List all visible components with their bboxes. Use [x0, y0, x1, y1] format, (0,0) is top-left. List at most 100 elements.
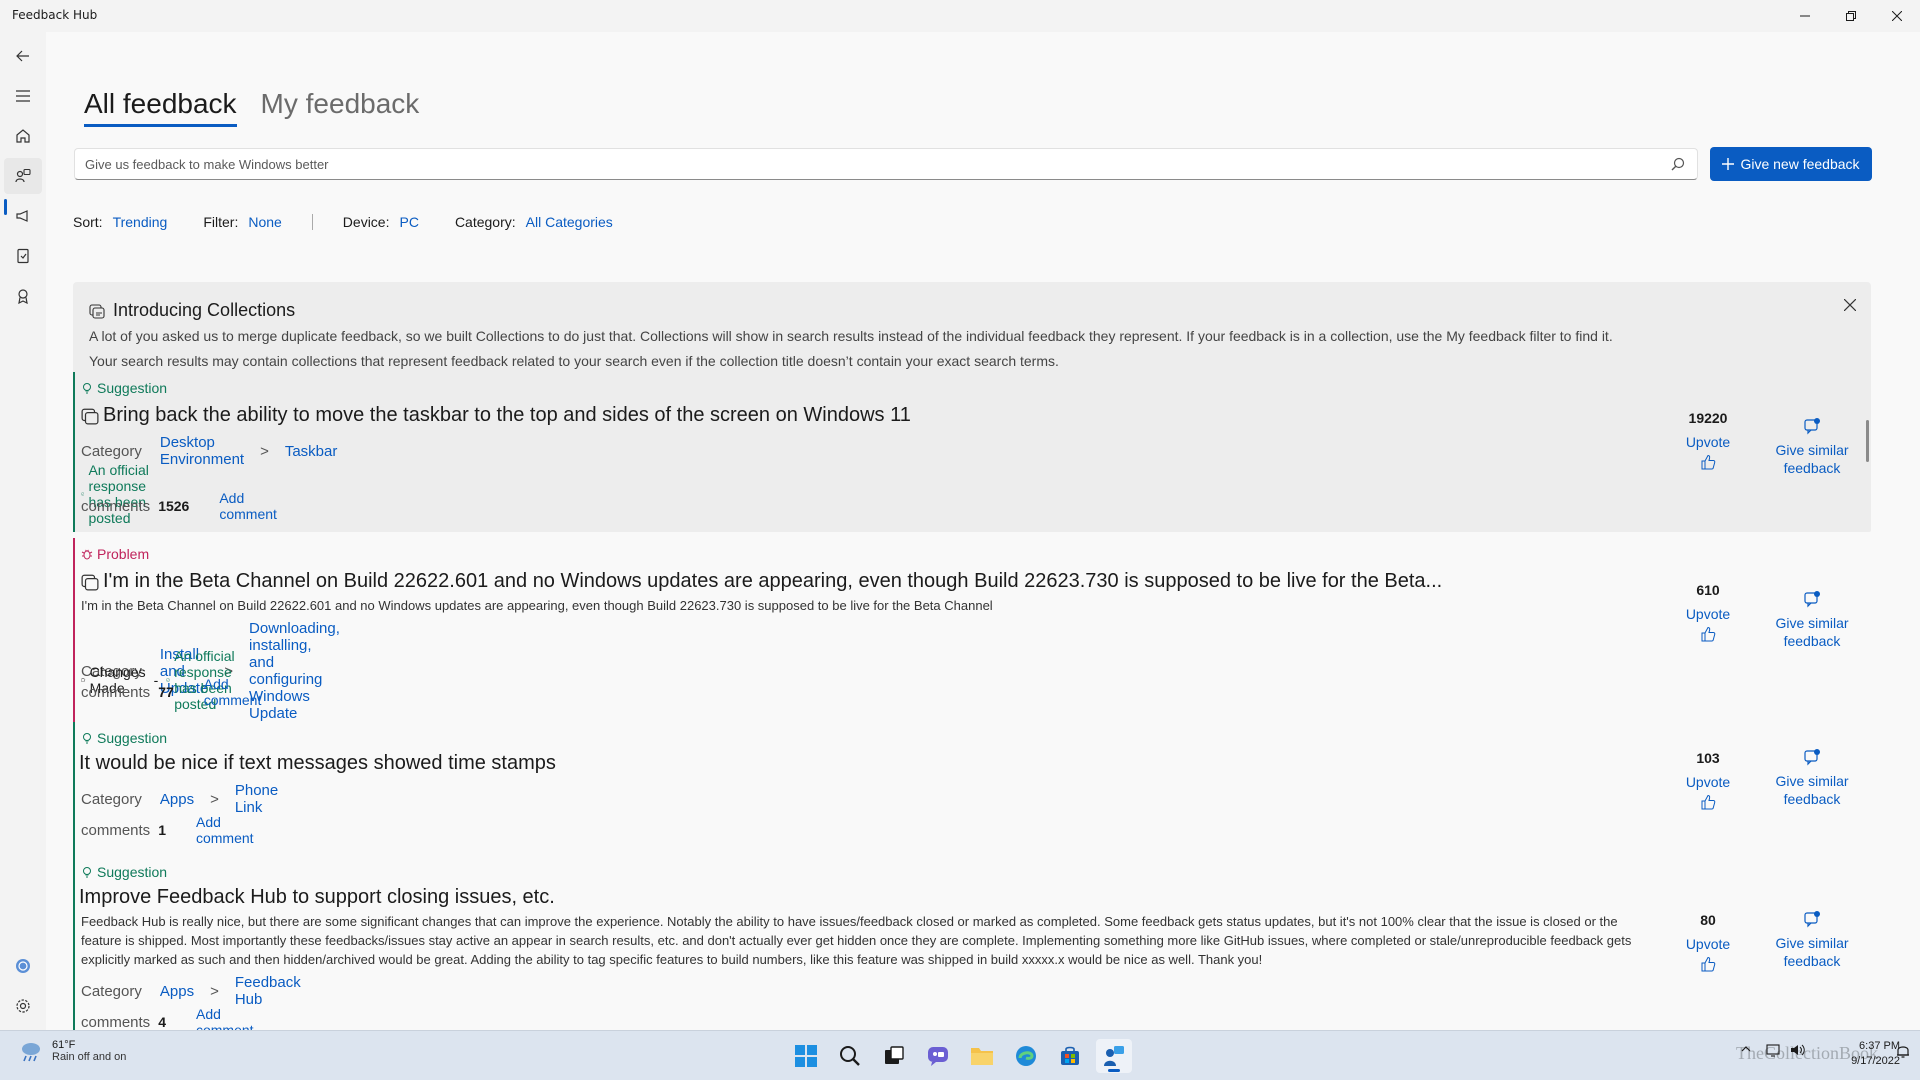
- item-title[interactable]: Improve Feedback Hub to support closing …: [79, 886, 555, 909]
- settings-button[interactable]: [4, 988, 42, 1024]
- thumbs-up-icon[interactable]: [1700, 956, 1716, 972]
- back-button[interactable]: [4, 38, 42, 74]
- filter-dropdown[interactable]: None: [248, 214, 281, 230]
- add-comment-link[interactable]: Add comment: [196, 814, 254, 846]
- give-similar-feedback-button[interactable]: Give similar feedback: [1762, 417, 1862, 477]
- upvote-count: 103: [1696, 750, 1720, 766]
- upvote-button[interactable]: Upvote: [1660, 936, 1756, 952]
- item-type-label: Suggestion: [97, 864, 168, 880]
- item-title[interactable]: Bring back the ability to move the taskb…: [81, 404, 911, 427]
- add-comment-link[interactable]: Add comment: [204, 676, 262, 708]
- weather-temperature: 61°F: [52, 1039, 76, 1051]
- feedback-item[interactable]: Problem I'm in the Beta Channel on Build…: [73, 538, 1871, 724]
- file-explorer-button[interactable]: [964, 1039, 1000, 1073]
- category-dropdown[interactable]: All Categories: [526, 214, 613, 230]
- teams-chat-button[interactable]: [920, 1039, 956, 1073]
- minimize-button[interactable]: [1782, 0, 1828, 32]
- feedback-tabs: All feedback My feedback: [84, 88, 419, 127]
- scrollbar-thumb[interactable]: [1866, 420, 1869, 462]
- give-similar-feedback-button[interactable]: Give similar feedback: [1762, 748, 1862, 808]
- category-separator: >: [210, 982, 219, 1000]
- tab-my-feedback[interactable]: My feedback: [261, 88, 420, 127]
- thumbs-up-icon[interactable]: [1700, 626, 1716, 642]
- comments-count: 77: [158, 684, 174, 700]
- feedback-people-icon: [15, 168, 31, 183]
- category-label: Category: [81, 442, 142, 460]
- device-dropdown[interactable]: PC: [399, 214, 418, 230]
- edge-browser-button[interactable]: [1008, 1039, 1044, 1073]
- upvote-button[interactable]: Upvote: [1660, 774, 1756, 790]
- filter-divider: [311, 214, 313, 230]
- store-button[interactable]: [1052, 1039, 1088, 1073]
- search-input[interactable]: [75, 149, 1655, 179]
- volume-indicator[interactable]: [1790, 1043, 1806, 1060]
- network-icon: [1766, 1044, 1780, 1057]
- similar-feedback-icon: [1804, 911, 1820, 928]
- give-similar-feedback-button[interactable]: Give similar feedback: [1762, 910, 1862, 970]
- feedback-item[interactable]: Suggestion Improve Feedback Hub to suppo…: [73, 856, 1871, 1038]
- give-similar-line-1: Give similar: [1775, 773, 1849, 789]
- notification-button[interactable]: [1896, 1043, 1910, 1062]
- subcategory-link[interactable]: Downloading, installing, and configuring…: [249, 620, 340, 722]
- comments-row: comments 1 Add comment: [81, 814, 254, 846]
- sort-dropdown[interactable]: Trending: [113, 214, 168, 230]
- tab-all-feedback[interactable]: All feedback: [84, 88, 237, 127]
- clock-date: 9/17/2022: [1851, 1055, 1900, 1067]
- hamburger-menu-button[interactable]: [4, 78, 42, 114]
- thumbs-up-icon[interactable]: [1700, 794, 1716, 810]
- category-link[interactable]: Apps: [160, 983, 194, 1000]
- upvote-block: 19220 Upvote: [1660, 410, 1756, 470]
- item-title[interactable]: It would be nice if text messages showed…: [79, 752, 556, 775]
- restore-button[interactable]: [1828, 0, 1874, 32]
- add-comment-link[interactable]: Add comment: [219, 490, 277, 522]
- edge-icon: [1016, 1046, 1036, 1066]
- nav-achievements[interactable]: [4, 278, 42, 314]
- upvote-button[interactable]: Upvote: [1660, 606, 1756, 622]
- main-content: All feedback My feedback Give new feedba…: [46, 32, 1920, 1038]
- banner-title: Introducing Collections: [113, 300, 296, 320]
- category-separator: >: [260, 442, 269, 460]
- subcategory-link[interactable]: Taskbar: [285, 443, 338, 460]
- minimize-icon: [1800, 15, 1810, 17]
- subcategory-link[interactable]: Feedback Hub: [235, 974, 301, 1008]
- taskbar-search[interactable]: [832, 1039, 868, 1073]
- collection-icon: [81, 574, 99, 590]
- weather-widget[interactable]: 61°F Rain off and on: [18, 1039, 126, 1063]
- give-new-feedback-button[interactable]: Give new feedback: [1710, 147, 1872, 181]
- upvote-block: 103 Upvote: [1660, 750, 1756, 810]
- chevron-up-icon: [1741, 1046, 1751, 1052]
- nav-quests[interactable]: [4, 238, 42, 274]
- subcategory-link[interactable]: Phone Link: [235, 782, 278, 816]
- account-button[interactable]: [4, 948, 42, 984]
- sort-label: Sort:: [73, 214, 103, 230]
- search-icon[interactable]: [1671, 157, 1685, 171]
- task-view-button[interactable]: [876, 1039, 912, 1073]
- item-category: Category Apps > Phone Link: [81, 782, 278, 816]
- feedback-item[interactable]: Suggestion Bring back the ability to mov…: [73, 372, 1871, 532]
- start-button[interactable]: [788, 1039, 824, 1073]
- similar-feedback-icon: [1804, 591, 1820, 608]
- nav-home[interactable]: [4, 118, 42, 154]
- category-link[interactable]: Apps: [160, 791, 194, 808]
- nav-feedback[interactable]: [4, 158, 42, 194]
- feedback-item[interactable]: Suggestion It would be nice if text mess…: [73, 722, 1871, 874]
- suggestion-bar: [73, 722, 75, 874]
- feedback-hub-taskbar-button[interactable]: [1096, 1039, 1132, 1073]
- upvote-button[interactable]: Upvote: [1660, 434, 1756, 450]
- item-title-text: Bring back the ability to move the taskb…: [103, 404, 911, 426]
- item-type-label: Problem: [97, 546, 150, 562]
- nav-announcements[interactable]: [4, 198, 42, 234]
- give-similar-line-2: feedback: [1783, 791, 1841, 807]
- network-indicator[interactable]: [1766, 1043, 1782, 1060]
- close-button[interactable]: [1874, 0, 1920, 32]
- banner-close-button[interactable]: [1839, 294, 1861, 316]
- bug-icon: [81, 549, 93, 560]
- taskbar-clock[interactable]: 6:37 PM 9/17/2022: [1820, 1039, 1900, 1069]
- tray-chevron[interactable]: [1740, 1043, 1752, 1058]
- category-label: Category: [81, 790, 142, 808]
- give-similar-feedback-button[interactable]: Give similar feedback: [1762, 590, 1862, 650]
- thumbs-up-icon[interactable]: [1700, 454, 1716, 470]
- category-link[interactable]: Desktop Environment: [160, 434, 244, 468]
- banner-line-2: Your search results may contain collecti…: [89, 353, 1059, 369]
- item-title[interactable]: I'm in the Beta Channel on Build 22622.6…: [81, 570, 1442, 593]
